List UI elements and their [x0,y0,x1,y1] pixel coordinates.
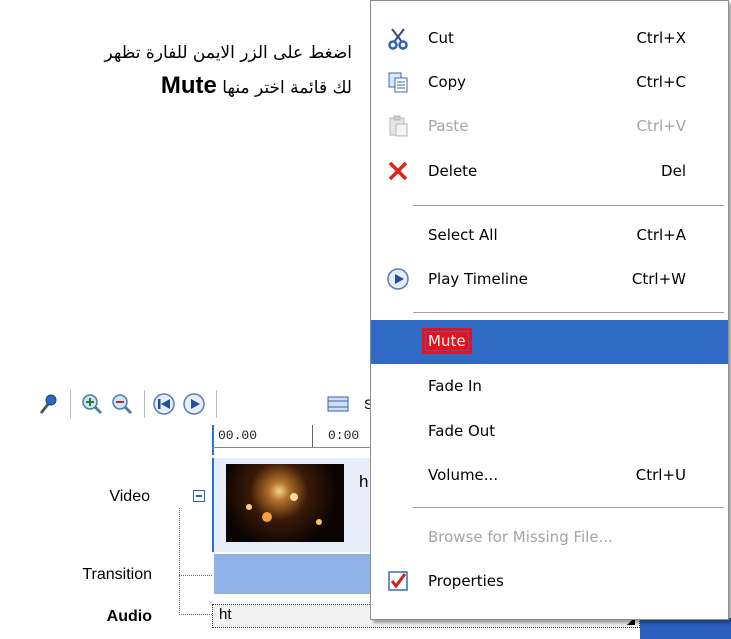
menu-item-browse-missing-file[interactable]: Browse for Missing File... [371,516,728,560]
transition-track[interactable] [214,554,372,594]
menu-item-label: Properties [428,572,504,590]
menu-item-copy[interactable]: Copy Ctrl+C [371,61,728,105]
menu-item-shortcut: Ctrl+A [636,226,686,244]
track-label-audio: Audio [106,608,152,625]
menu-item-cut[interactable]: Cut Ctrl+X [371,17,728,61]
menu-item-label: Play Timeline [428,270,528,288]
timeline-ruler: 00.00 0:00 [212,425,372,455]
tree-connector [179,614,212,615]
collapse-video-track-icon[interactable] [193,490,205,502]
menu-separator [413,312,724,313]
delete-x-icon [388,161,408,181]
menu-item-label: Cut [428,29,454,47]
zoom-out-icon[interactable] [110,392,134,416]
menu-item-label: Select All [428,226,498,244]
menu-item-shortcut: Del [661,162,686,180]
menu-item-label: Paste [428,117,469,135]
timeline-scroll-area [640,618,731,639]
caption-mute-keyword: Mute [160,72,217,99]
menu-item-play-timeline[interactable]: Play Timeline Ctrl+W [371,258,728,302]
menu-item-delete[interactable]: Delete Del [371,150,728,194]
ruler-label-start: 00.00 [218,428,258,443]
zoom-in-icon[interactable] [80,392,104,416]
track-label-transition: Transition [82,566,152,583]
menu-item-label: Mute [422,328,472,354]
microphone-icon[interactable] [36,392,60,416]
menu-item-label: Browse for Missing File... [428,528,613,546]
menu-item-shortcut: Ctrl+W [631,270,686,288]
menu-item-volume[interactable]: Volume... Ctrl+U [371,454,728,498]
menu-item-shortcut: Ctrl+U [635,466,686,484]
ruler-tick [312,425,313,447]
menu-item-fade-out[interactable]: Fade Out [371,410,728,454]
menu-item-properties[interactable]: Properties [371,560,728,604]
play-icon[interactable] [182,392,206,416]
instruction-caption: اضغط على الزر الايمن للفارة تظهر لك قائم… [0,38,352,106]
video-clip-title: h [359,472,369,491]
caption-line-2-text: لك قائمة اختر منها [222,78,352,98]
menu-item-label: Volume... [428,466,499,484]
toolbar-separator [70,390,71,418]
menu-item-paste[interactable]: Paste Ctrl+V [371,105,728,149]
menu-item-shortcut: Ctrl+C [636,73,686,91]
properties-check-icon [388,571,408,591]
playhead-marker[interactable] [212,425,214,455]
menu-item-shortcut: Ctrl+X [636,29,686,47]
menu-item-label: Copy [428,73,467,91]
caption-line-1: اضغط على الزر الايمن للفارة تظهر [104,43,352,63]
toolbar-separator [216,390,217,418]
menu-item-label: Delete [428,162,478,180]
menu-item-label: Fade In [428,377,482,395]
copy-icon [388,72,408,93]
toolbar-separator [144,390,145,418]
context-menu: Cut Ctrl+X Copy Ctrl+C Paste Ctrl+V Dele… [370,0,729,620]
play-circle-icon [387,268,409,290]
menu-item-mute[interactable]: Mute [371,320,728,364]
storyboard-icon[interactable] [326,392,350,416]
rewind-icon[interactable] [152,392,176,416]
video-clip-thumbnail[interactable] [226,464,344,542]
ruler-label-next: 0:00 [328,428,360,443]
timeline-toolbar: S [32,386,373,426]
caption-line-2: لك قائمة اختر منها Mute [0,68,352,106]
ruler-line [212,447,372,448]
scissors-icon [388,28,408,50]
tree-connector [179,575,212,576]
menu-separator [413,205,724,206]
video-track[interactable]: h [212,458,374,552]
menu-item-shortcut: Ctrl+V [636,117,686,135]
menu-item-fade-in[interactable]: Fade In [371,365,728,409]
audio-clip-title: ht [219,606,232,623]
track-label-video: Video [109,488,150,505]
tree-connector [179,508,180,615]
menu-item-select-all[interactable]: Select All Ctrl+A [371,214,728,258]
menu-item-label: Fade Out [428,422,496,440]
paste-icon [389,115,408,137]
menu-separator [413,507,724,508]
